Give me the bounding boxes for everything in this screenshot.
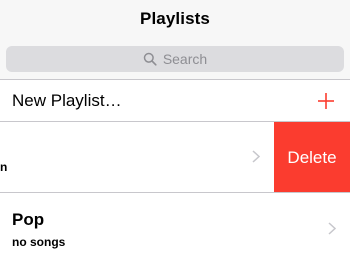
playlist-subtitle: n xyxy=(0,160,8,174)
plus-icon[interactable] xyxy=(317,92,335,110)
playlist-title: Pop xyxy=(12,210,45,229)
new-playlist-row[interactable]: New Playlist… xyxy=(0,80,350,122)
chevron-right-icon xyxy=(252,150,261,163)
search-area: Search xyxy=(0,38,350,80)
playlist-row-swiped[interactable]: n Delete xyxy=(0,122,350,193)
navigation-bar: Playlists xyxy=(0,0,350,38)
delete-button[interactable]: Delete xyxy=(274,122,350,192)
playlist-row-pop[interactable]: Pop no songs xyxy=(0,193,350,260)
new-playlist-label: New Playlist… xyxy=(12,91,122,110)
search-input[interactable]: Search xyxy=(6,46,344,72)
chevron-right-icon xyxy=(328,222,337,235)
playlist-subtitle: no songs xyxy=(12,235,66,249)
page-title: Playlists xyxy=(140,9,210,28)
search-icon xyxy=(143,52,157,66)
swiped-row-content[interactable]: n xyxy=(0,122,274,192)
search-placeholder: Search xyxy=(162,51,208,67)
